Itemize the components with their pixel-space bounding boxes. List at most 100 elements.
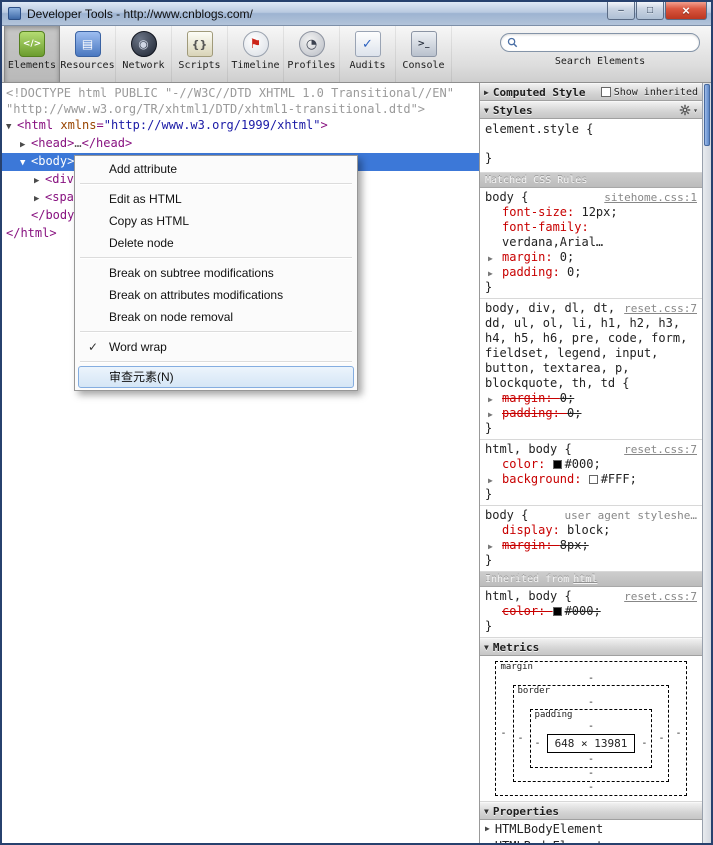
toolbar-tab-console[interactable]: >_Console: [396, 26, 452, 82]
menu-item[interactable]: Copy as HTML: [78, 210, 354, 232]
padding-top-value: -: [588, 721, 594, 733]
stylesheet-link[interactable]: reset.css:7: [624, 589, 697, 604]
margin-label: margin: [500, 662, 533, 673]
toolbar-tab-timeline[interactable]: ⚑Timeline: [228, 26, 284, 82]
disclosure-arrow-icon[interactable]: ▼: [20, 155, 31, 171]
disclosure-arrow-icon[interactable]: ▶: [34, 191, 45, 207]
margin-right-value: -: [675, 728, 681, 740]
margin-top-value: -: [588, 673, 594, 685]
toolbar: </> Elements ▤Resources ◉ Network {}Scripts⚑T…: [2, 26, 711, 83]
toolbar-tab-label: Network: [122, 60, 164, 71]
disclosure-arrow-icon[interactable]: ▶: [485, 824, 490, 833]
close-button[interactable]: ×: [665, 2, 707, 20]
toolbar-tab-scripts[interactable]: {}Scripts: [172, 26, 228, 82]
expand-arrow-icon[interactable]: ▶: [488, 251, 493, 266]
toolbar-tab-label: Elements: [8, 60, 56, 71]
metrics-header[interactable]: ▼ Metrics: [480, 638, 702, 656]
window-title: Developer Tools - http://www.cnblogs.com…: [27, 7, 253, 21]
gear-icon: [679, 104, 691, 116]
css-property[interactable]: font-family: verdana,Arial…: [485, 220, 697, 250]
toolbar-tab-profiles[interactable]: ◔Profiles: [284, 26, 340, 82]
menu-item-label: Break on subtree modifications: [109, 266, 274, 280]
expand-arrow-icon[interactable]: ▶: [488, 407, 493, 422]
maximize-button[interactable]: □: [636, 2, 664, 20]
toolbar-tab-resources[interactable]: ▤Resources: [60, 26, 116, 82]
css-property[interactable]: color: #000;: [485, 604, 697, 619]
stylesheet-link[interactable]: reset.css:7: [624, 442, 697, 457]
computed-style-header[interactable]: ▶ Computed Style Show inherited: [480, 83, 702, 101]
toolbar-tab-audits[interactable]: ✓Audits: [340, 26, 396, 82]
border-box[interactable]: border - - padding - -: [513, 685, 670, 782]
border-top-value: -: [588, 697, 594, 709]
tree-row[interactable]: "http://www.w3.org/TR/xhtml1/DTD/xhtml1-…: [2, 101, 479, 117]
stylesheet-link[interactable]: reset.css:7: [624, 301, 697, 316]
menu-item[interactable]: Edit as HTML: [78, 188, 354, 210]
element-style-block[interactable]: element.style { }: [480, 119, 702, 173]
expand-arrow-icon[interactable]: ▶: [488, 266, 493, 281]
expand-arrow-icon[interactable]: ▶: [488, 539, 493, 554]
tree-row[interactable]: ▼<html xmlns="http://www.w3.org/1999/xht…: [2, 117, 479, 135]
disclosure-arrow-icon[interactable]: ▼: [6, 119, 17, 135]
styles-header[interactable]: ▼ Styles ▾: [480, 101, 702, 119]
menu-item[interactable]: Add attribute: [78, 158, 354, 180]
css-property[interactable]: ▶margin: 0;: [485, 391, 697, 406]
property-item[interactable]: ▶HTMLBodyElement: [480, 820, 702, 837]
inherited-node-link[interactable]: html: [573, 574, 597, 585]
inherited-rules: reset.css:7html, body {color: #000;}: [480, 587, 702, 638]
css-property[interactable]: ▶margin: 8px;: [485, 538, 697, 553]
content-box[interactable]: 648 × 13981: [547, 734, 636, 753]
network-icon: ◉: [131, 31, 157, 57]
menu-item[interactable]: Break on node removal: [78, 306, 354, 328]
css-property[interactable]: ▶padding: 0;: [485, 265, 697, 280]
expand-arrow-icon[interactable]: ▶: [488, 392, 493, 407]
matched-rules-title: Matched CSS Rules: [485, 175, 587, 186]
border-bottom-value: -: [588, 768, 594, 780]
stylesheet-link[interactable]: sitehome.css:1: [604, 190, 697, 205]
search-box[interactable]: [500, 33, 700, 52]
tree-row[interactable]: <!DOCTYPE html PUBLIC "-//W3C//DTD XHTML…: [2, 85, 479, 101]
css-rule: reset.css:7html, body {color: #000;}: [480, 587, 702, 638]
css-property[interactable]: ▶background: #FFF;: [485, 472, 697, 487]
disclosure-arrow-icon[interactable]: ▶: [485, 841, 490, 843]
margin-box[interactable]: margin - - border - - padding -: [495, 661, 686, 796]
tree-row[interactable]: ▶<head>…</head>: [2, 135, 479, 153]
menu-item[interactable]: Break on attributes modifications: [78, 284, 354, 306]
vertical-scrollbar[interactable]: [702, 83, 711, 843]
menu-item[interactable]: Break on subtree modifications: [78, 262, 354, 284]
minimize-button[interactable]: –: [607, 2, 635, 20]
toolbar-tab-network[interactable]: ◉ Network: [116, 26, 172, 82]
stylesheet-link: user agent styleshe…: [565, 508, 697, 523]
padding-box[interactable]: padding - - 648 × 13981 -: [530, 709, 653, 768]
menu-item-label: Delete node: [109, 236, 174, 250]
expand-arrow-icon[interactable]: ▶: [488, 473, 493, 488]
menu-item[interactable]: 审查元素(N): [78, 366, 354, 388]
css-property[interactable]: font-size: 12px;: [485, 205, 697, 220]
title-bar[interactable]: Developer Tools - http://www.cnblogs.com…: [2, 2, 711, 26]
profiles-icon: ◔: [299, 31, 325, 57]
css-property[interactable]: color: #000;: [485, 457, 697, 472]
disclosure-arrow-icon[interactable]: ▶: [20, 137, 31, 153]
color-swatch-icon: [553, 460, 562, 469]
elements-icon: </>: [19, 31, 45, 57]
toolbar-tab-elements[interactable]: </> Elements: [4, 26, 60, 82]
show-inherited-checkbox[interactable]: [601, 87, 611, 97]
css-property[interactable]: ▶padding: 0;: [485, 406, 697, 421]
menu-item[interactable]: Delete node: [78, 232, 354, 254]
metrics-diagram: margin - - border - - padding -: [480, 656, 702, 802]
styles-options[interactable]: ▾: [679, 104, 698, 116]
disclosure-arrow-icon[interactable]: ▶: [34, 173, 45, 189]
properties-header[interactable]: ▼ Properties: [480, 802, 702, 820]
element-style-empty[interactable]: [485, 137, 697, 151]
css-property[interactable]: ▶margin: 0;: [485, 250, 697, 265]
css-property[interactable]: display: block;: [485, 523, 697, 538]
menu-item[interactable]: ✓Word wrap: [78, 336, 354, 358]
property-item[interactable]: ▶HTMLBodyElement: [480, 837, 702, 843]
closing-brace: }: [485, 151, 697, 166]
expanded-arrow-icon: ▼: [484, 643, 489, 652]
content-dimensions: 648 × 13981: [555, 737, 628, 750]
element-style-selector: element.style {: [485, 122, 593, 136]
styles-sidebar: ▶ Computed Style Show inherited ▼ Styles…: [480, 83, 702, 843]
scrollbar-thumb[interactable]: [704, 84, 710, 146]
search-input[interactable]: [522, 37, 693, 49]
css-rule: sitehome.css:1body {font-size: 12px;font…: [480, 188, 702, 299]
